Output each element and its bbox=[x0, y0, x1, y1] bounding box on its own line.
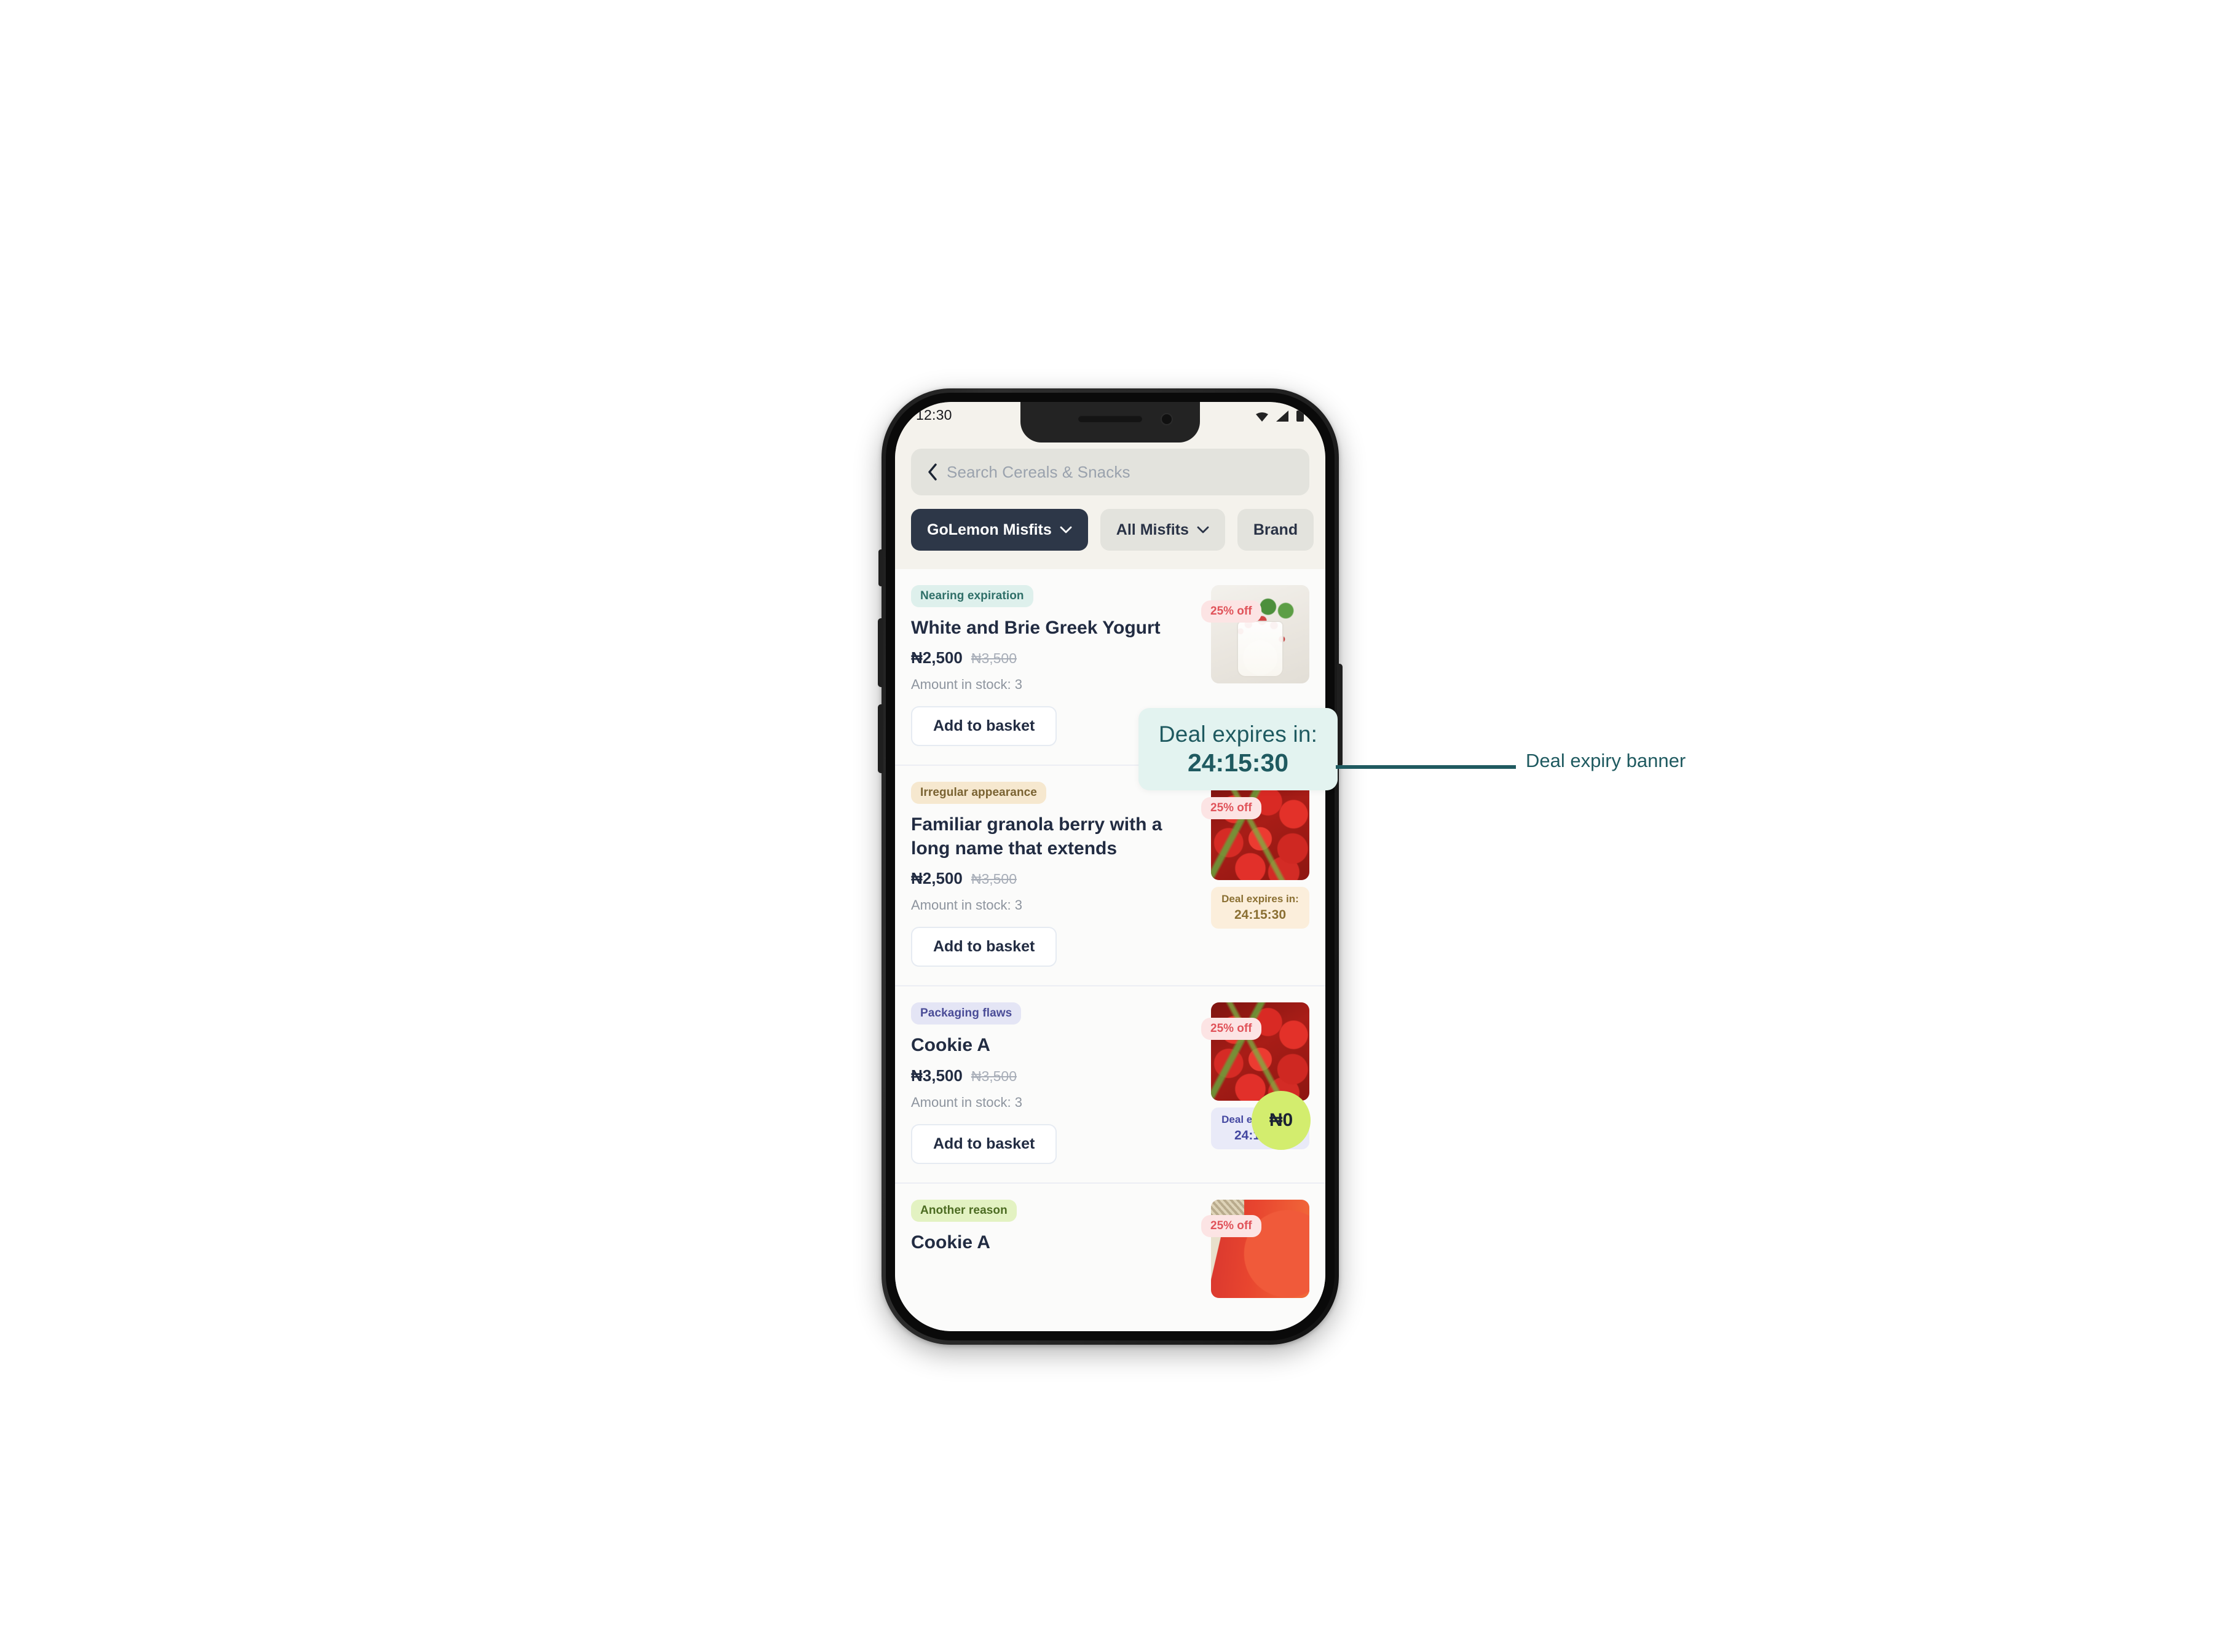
deal-expiry-label: Deal expires in: bbox=[1221, 893, 1299, 905]
phone-volume-down-button[interactable] bbox=[878, 704, 883, 773]
product-info: Irregular appearance Familiar granola be… bbox=[911, 782, 1211, 967]
product-reason-tag: Packaging flaws bbox=[911, 1002, 1022, 1025]
yogurt-parfait-photo bbox=[1211, 585, 1309, 683]
free-price-badge: ₦0 bbox=[1252, 1091, 1311, 1150]
product-image bbox=[1211, 782, 1309, 881]
search-bar[interactable]: Search Cereals & Snacks bbox=[911, 449, 1309, 495]
annotation-label: Deal expiry banner bbox=[1526, 750, 1686, 771]
filter-chip-brand[interactable]: Brand bbox=[1237, 509, 1314, 551]
deal-expiry-countdown: 24:15:30 bbox=[1234, 907, 1287, 922]
cherry-tomatoes-photo bbox=[1211, 1002, 1309, 1101]
chevron-down-icon bbox=[1197, 526, 1209, 533]
product-price-current: ₦3,500 bbox=[911, 1066, 963, 1085]
product-price-original: ₦3,500 bbox=[971, 1068, 1017, 1084]
earpiece-speaker-icon bbox=[1078, 415, 1142, 422]
filter-chip-label: GoLemon Misfits bbox=[927, 521, 1052, 538]
filter-chip-golemon-misfits[interactable]: GoLemon Misfits bbox=[911, 509, 1088, 551]
cherry-tomatoes-photo bbox=[1211, 782, 1309, 881]
product-reason-tag: Irregular appearance bbox=[911, 782, 1046, 804]
product-name: Cookie A bbox=[911, 1232, 990, 1253]
product-price-original: ₦3,500 bbox=[971, 650, 1017, 667]
annotation-leader-line bbox=[1336, 765, 1516, 769]
product-list[interactable]: Nearing expiration White and Brie Greek … bbox=[895, 569, 1325, 1331]
product-card[interactable]: Packaging flaws Cookie A ₦3,500 ₦3,500 A… bbox=[895, 985, 1325, 1182]
product-price-row: ₦2,500 ₦3,500 bbox=[911, 869, 1204, 888]
product-image bbox=[1211, 1199, 1309, 1298]
product-media: 25% off bbox=[1201, 1199, 1309, 1298]
deal-expiry-banner: Deal expires in: 24:15:30 bbox=[1211, 887, 1309, 929]
product-info: Another reason Cookie A bbox=[911, 1199, 1211, 1298]
product-image bbox=[1211, 1002, 1309, 1101]
product-stock: Amount in stock: 3 bbox=[911, 677, 1022, 693]
product-price-current: ₦2,500 bbox=[911, 869, 963, 888]
filter-chip-all-misfits[interactable]: All Misfits bbox=[1100, 509, 1225, 551]
phone-notch bbox=[1020, 402, 1200, 442]
deal-expiry-countdown: 24:15:30 bbox=[1187, 748, 1289, 777]
discount-badge: 25% off bbox=[1201, 1018, 1261, 1040]
product-name: Familiar granola berry with a long name … bbox=[911, 814, 1162, 859]
front-camera-icon bbox=[1161, 413, 1173, 425]
chevron-left-icon[interactable] bbox=[927, 463, 938, 481]
phone-device-frame: 12:30 Search Cereals & Snacks GoLemon Mi… bbox=[878, 388, 1343, 1345]
product-media: 25% off Deal expires in: 24:15:30 ₦0 bbox=[1201, 1002, 1311, 1163]
phone-volume-up-button[interactable] bbox=[878, 618, 883, 687]
phone-screen: 12:30 Search Cereals & Snacks GoLemon Mi… bbox=[895, 402, 1325, 1331]
filter-chip-label: Brand bbox=[1253, 521, 1298, 538]
product-name: White and Brie Greek Yogurt bbox=[911, 618, 1161, 638]
add-to-basket-button[interactable]: Add to basket bbox=[911, 927, 1057, 967]
product-price-original: ₦3,500 bbox=[971, 871, 1017, 887]
filter-chip-row: GoLemon Misfits All Misfits Brand bbox=[911, 509, 1314, 551]
phone-power-button[interactable] bbox=[1337, 664, 1343, 767]
discount-badge: 25% off bbox=[1201, 600, 1261, 623]
add-to-basket-button[interactable]: Add to basket bbox=[911, 1123, 1057, 1164]
product-card[interactable]: Another reason Cookie A 25% off bbox=[895, 1182, 1325, 1316]
filter-chip-label: All Misfits bbox=[1116, 521, 1189, 538]
product-reason-tag: Nearing expiration bbox=[911, 585, 1033, 607]
search-input[interactable]: Search Cereals & Snacks bbox=[947, 463, 1130, 482]
discount-badge: 25% off bbox=[1201, 797, 1261, 820]
discount-badge: 25% off bbox=[1201, 1214, 1261, 1237]
deal-expiry-banner-callout: Deal expires in: 24:15:30 bbox=[1138, 708, 1338, 790]
add-to-basket-button[interactable]: Add to basket bbox=[911, 706, 1057, 747]
product-media: 25% off Deal expires in: 24:15:30 bbox=[1201, 782, 1309, 967]
product-price-row: ₦2,500 ₦3,500 bbox=[911, 648, 1204, 667]
apple-photo bbox=[1211, 1199, 1309, 1298]
product-reason-tag: Another reason bbox=[911, 1199, 1017, 1222]
chevron-down-icon bbox=[1060, 526, 1072, 533]
screenshot-canvas: 12:30 Search Cereals & Snacks GoLemon Mi… bbox=[0, 0, 2213, 1652]
product-info: Packaging flaws Cookie A ₦3,500 ₦3,500 A… bbox=[911, 1002, 1211, 1164]
product-stock: Amount in stock: 3 bbox=[911, 1094, 1022, 1110]
product-card[interactable]: Irregular appearance Familiar granola be… bbox=[895, 765, 1325, 985]
deal-expiry-label: Deal expires in: bbox=[1158, 721, 1318, 747]
product-price-current: ₦2,500 bbox=[911, 648, 963, 667]
product-name: Cookie A bbox=[911, 1035, 990, 1056]
product-stock: Amount in stock: 3 bbox=[911, 897, 1022, 913]
product-image bbox=[1211, 585, 1309, 683]
product-price-row: ₦3,500 ₦3,500 bbox=[911, 1066, 1204, 1085]
phone-mute-switch[interactable] bbox=[878, 549, 883, 586]
